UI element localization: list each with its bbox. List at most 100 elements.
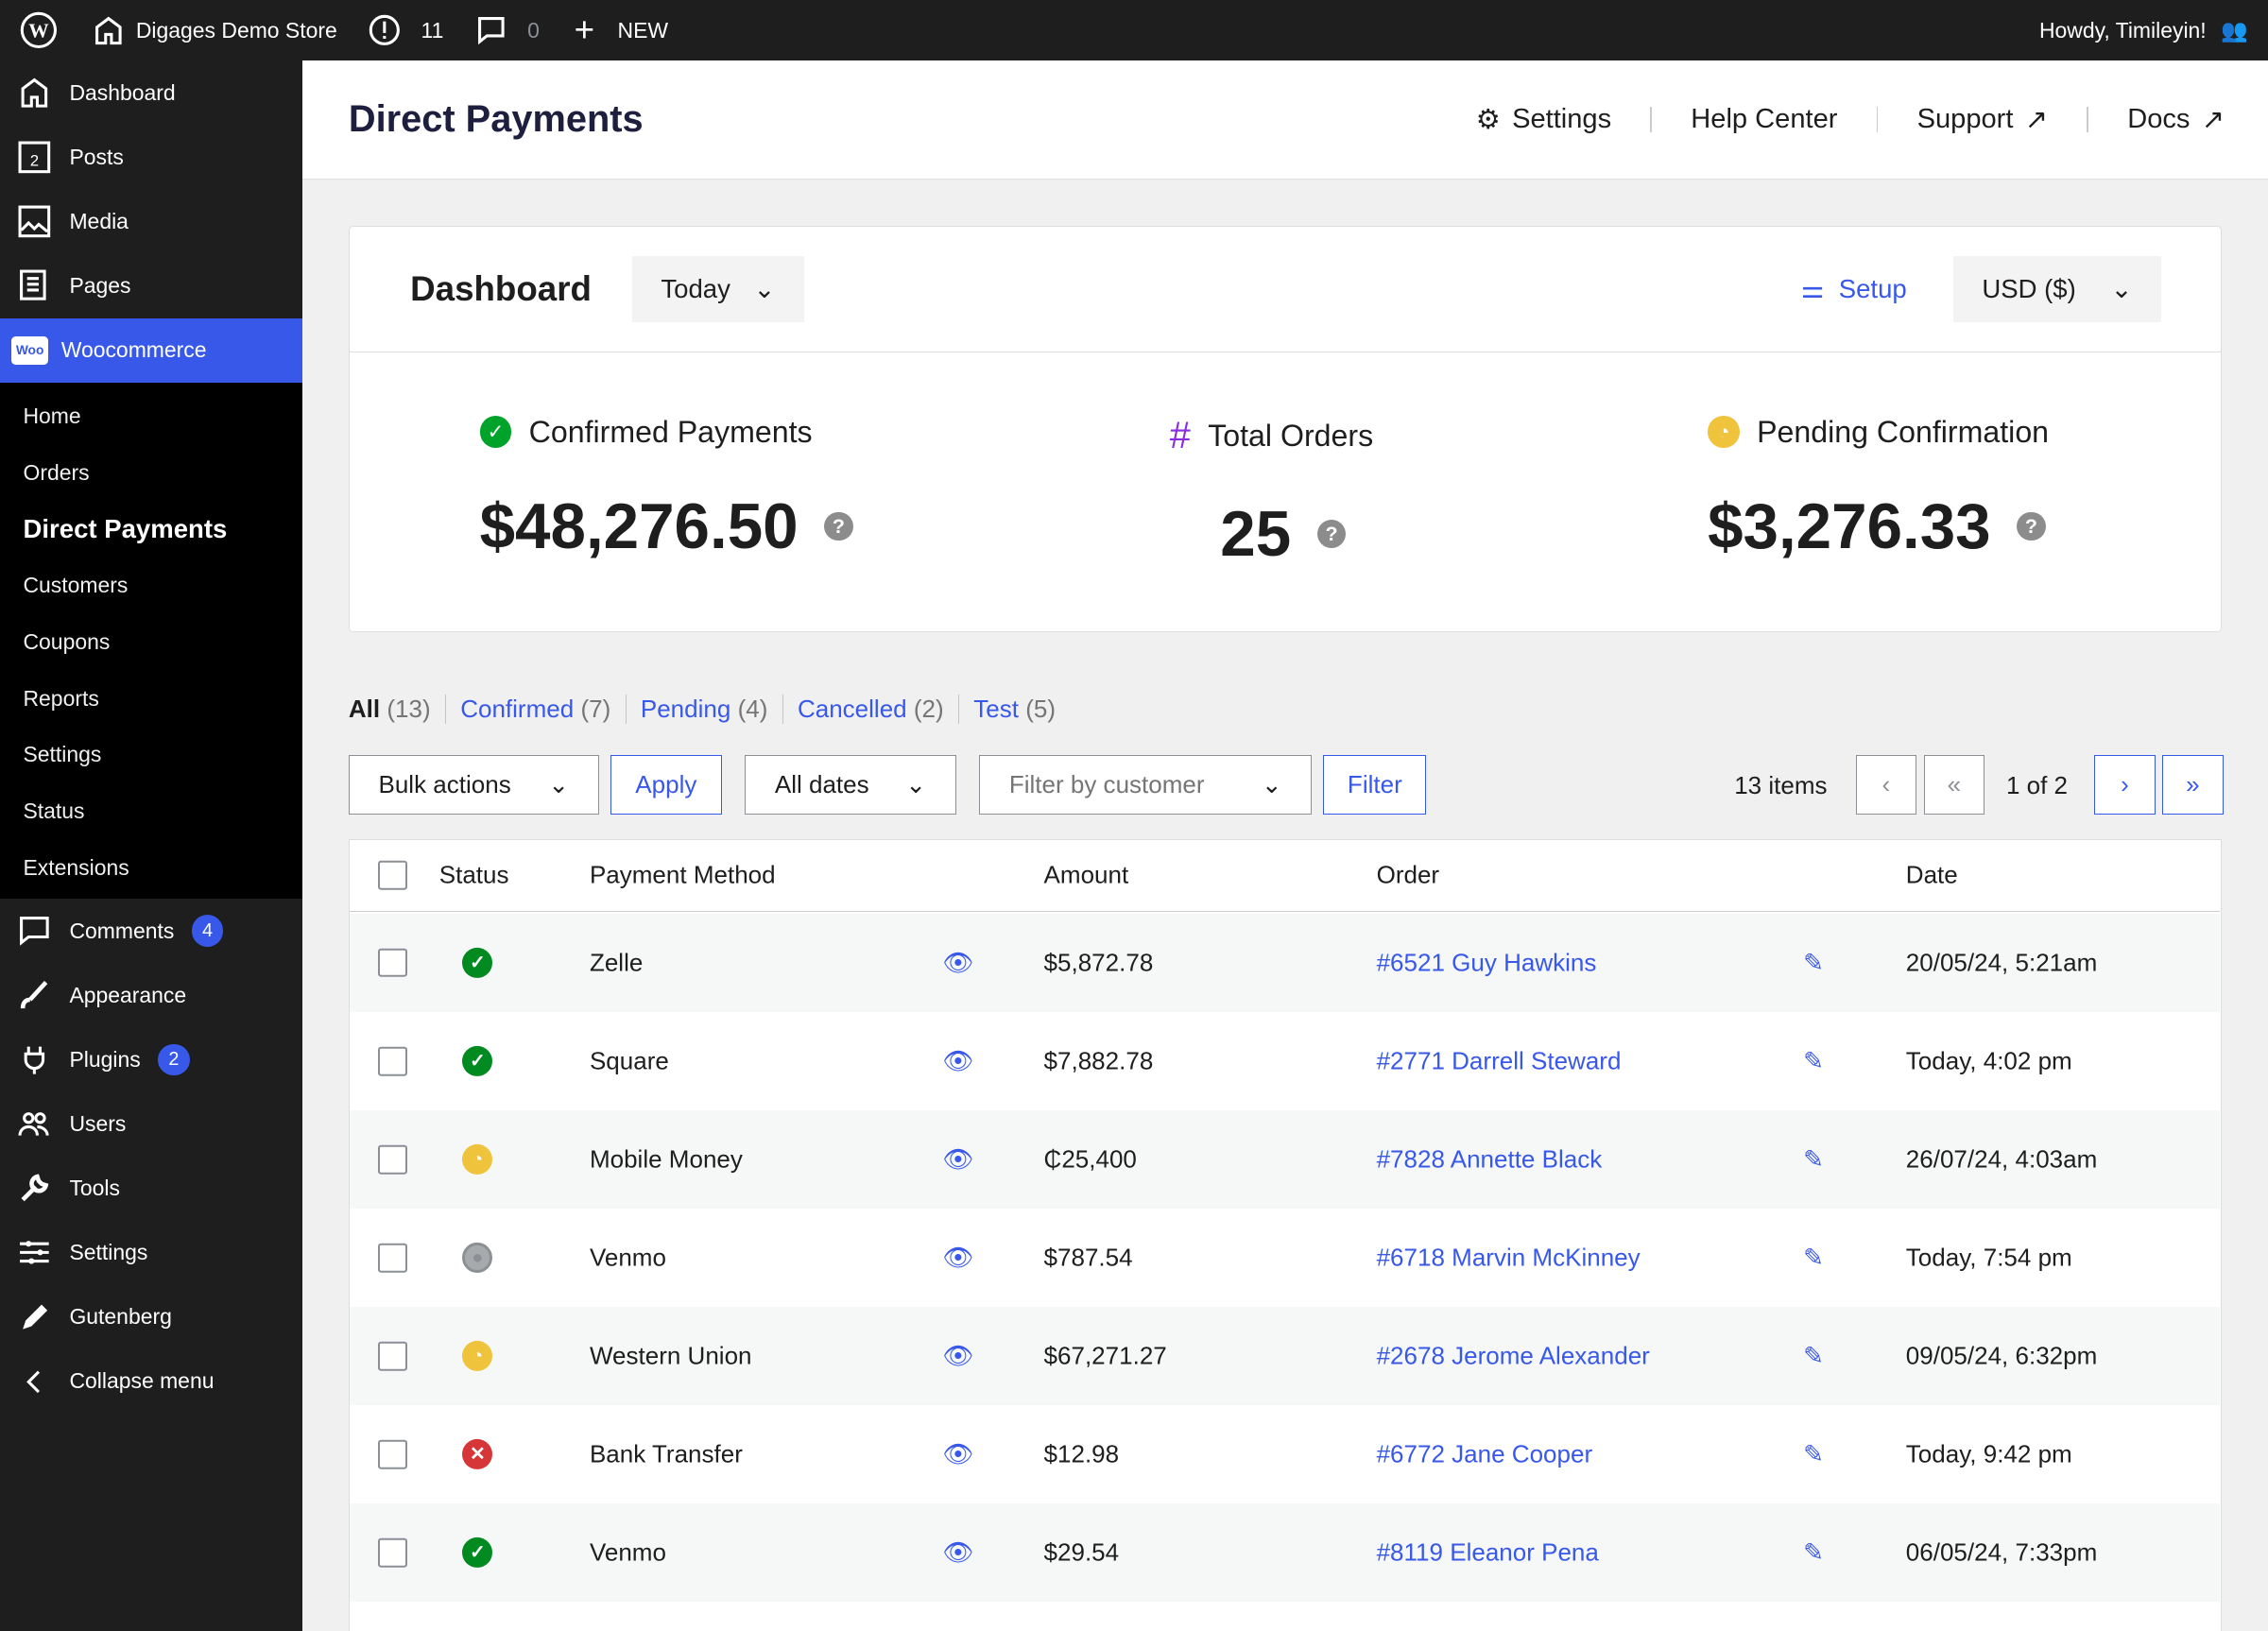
label: Total Orders: [1208, 418, 1374, 453]
edit-pencil-icon[interactable]: ✎: [1803, 1046, 1824, 1075]
select-all-checkbox[interactable]: [378, 861, 408, 890]
submenu-settings[interactable]: Settings: [0, 727, 302, 783]
col-status[interactable]: Status: [439, 861, 509, 890]
col-amount[interactable]: Amount: [1044, 861, 1129, 890]
customer-filter-select[interactable]: Filter by customer ⌄: [979, 754, 1313, 815]
docs-link[interactable]: Docs ↗: [2088, 103, 2225, 136]
dates-select[interactable]: All dates ⌄: [745, 754, 956, 815]
tab-pending[interactable]: Pending (4): [625, 694, 782, 724]
bulk-actions-select[interactable]: Bulk actions ⌄: [348, 754, 599, 815]
table-row: ✓ Venmo 👁 $29.54 #8119 Eleanor Pena ✎ 06…: [349, 1503, 2220, 1603]
sidebar-item-plugins[interactable]: Plugins 2: [0, 1027, 302, 1091]
apply-button[interactable]: Apply: [610, 754, 722, 815]
sidebar-item-comments[interactable]: Comments 4: [0, 899, 302, 963]
status-confirmed-icon: ✓: [462, 1537, 493, 1569]
stat-confirmed: ✓ Confirmed Payments $48,276.50?: [479, 415, 853, 563]
col-payment-method[interactable]: Payment Method: [590, 861, 776, 890]
currency-select[interactable]: USD ($) ⌄: [1952, 255, 2162, 323]
users-icon: [18, 1112, 50, 1136]
status-pending-icon: ◔: [462, 1341, 493, 1372]
site-link[interactable]: Digages Demo Store: [93, 14, 337, 46]
edit-pencil-icon[interactable]: ✎: [1803, 1144, 1824, 1174]
col-date[interactable]: Date: [1906, 861, 1958, 890]
edit-pencil-icon[interactable]: ✎: [1803, 1538, 1824, 1568]
help-icon[interactable]: ?: [824, 511, 853, 541]
sidebar-item-pages[interactable]: Pages: [0, 254, 302, 318]
wordpress-logo-icon[interactable]: W: [20, 11, 58, 49]
order-link[interactable]: #2771 Darrell Steward: [1377, 1046, 1622, 1075]
sidebar-item-appearance[interactable]: Appearance: [0, 963, 302, 1027]
submenu-orders[interactable]: Orders: [0, 445, 302, 502]
order-link[interactable]: #6718 Marvin McKinney: [1377, 1244, 1641, 1273]
comments-link[interactable]: 0: [475, 14, 540, 46]
help-icon[interactable]: ?: [2017, 511, 2046, 541]
submenu-coupons[interactable]: Coupons: [0, 614, 302, 671]
row-checkbox[interactable]: [378, 1537, 408, 1568]
new-link[interactable]: + NEW: [575, 10, 668, 50]
date: Today, 9:42 pm: [1905, 1439, 2072, 1468]
view-eye-icon[interactable]: 👁: [942, 1244, 973, 1273]
updates-link[interactable]: 11: [369, 14, 443, 46]
row-checkbox[interactable]: [378, 1144, 408, 1175]
edit-pencil-icon[interactable]: ✎: [1803, 948, 1824, 977]
sidebar-item-media[interactable]: Media: [0, 190, 302, 254]
order-link[interactable]: #2678 Jerome Alexander: [1377, 1342, 1650, 1371]
order-link[interactable]: #6521 Guy Hawkins: [1377, 948, 1597, 977]
next-page-button[interactable]: ›: [2094, 754, 2156, 815]
view-eye-icon[interactable]: 👁: [942, 948, 973, 977]
payment-method: Mobile Money: [589, 1144, 743, 1174]
sidebar-item-gutenberg[interactable]: Gutenberg: [0, 1285, 302, 1349]
view-eye-icon[interactable]: 👁: [942, 1342, 973, 1371]
edit-pencil-icon[interactable]: ✎: [1803, 1244, 1824, 1273]
status-filter-tabs: All (13) Confirmed (7) Pending (4) Cance…: [349, 694, 1070, 724]
row-checkbox[interactable]: [378, 948, 408, 978]
order-link[interactable]: #6772 Jane Cooper: [1377, 1440, 1593, 1469]
submenu-direct-payments[interactable]: Direct Payments: [0, 501, 302, 558]
edit-pencil-icon[interactable]: ✎: [1803, 1440, 1824, 1469]
user-icon: 👥: [2220, 17, 2248, 43]
view-eye-icon[interactable]: 👁: [942, 1046, 973, 1075]
tab-all[interactable]: All (13): [349, 695, 445, 724]
submenu-reports[interactable]: Reports: [0, 670, 302, 727]
row-checkbox[interactable]: [378, 1243, 408, 1273]
support-link[interactable]: Support ↗: [1878, 103, 2087, 136]
account-menu[interactable]: Howdy, Timileyin! 👥: [2039, 18, 2248, 43]
setup-button[interactable]: ⚌ Setup: [1801, 274, 1907, 304]
edit-pencil-icon[interactable]: ✎: [1803, 1342, 1824, 1371]
submenu-customers[interactable]: Customers: [0, 558, 302, 614]
tab-test[interactable]: Test (5): [957, 694, 1070, 724]
submenu-home[interactable]: Home: [0, 388, 302, 445]
sidebar-item-posts[interactable]: 2 Posts: [0, 125, 302, 189]
prev-page-button[interactable]: ‹: [1855, 754, 1917, 815]
submenu-status[interactable]: Status: [0, 783, 302, 840]
filter-button[interactable]: Filter: [1323, 754, 1427, 815]
view-eye-icon[interactable]: 👁: [942, 1440, 973, 1469]
sidebar-item-users[interactable]: Users: [0, 1092, 302, 1157]
woocommerce-submenu: Home Orders Direct Payments Customers Co…: [0, 382, 302, 900]
svg-text:W: W: [29, 20, 50, 43]
view-eye-icon[interactable]: 👁: [942, 1144, 973, 1174]
last-page-button[interactable]: »: [2162, 754, 2224, 815]
submenu-extensions[interactable]: Extensions: [0, 839, 302, 896]
help-icon[interactable]: ?: [1316, 519, 1347, 549]
posts-icon: 2: [18, 141, 51, 174]
status-cancelled-icon: ✕: [462, 1439, 493, 1470]
sidebar-item-tools[interactable]: Tools: [0, 1157, 302, 1221]
help-center-link[interactable]: Help Center: [1652, 104, 1877, 135]
sidebar-item-settings[interactable]: Settings: [0, 1221, 302, 1285]
order-link[interactable]: #8119 Eleanor Pena: [1377, 1538, 1599, 1568]
row-checkbox[interactable]: [378, 1341, 408, 1371]
row-checkbox[interactable]: [378, 1046, 408, 1076]
sidebar-item-woocommerce[interactable]: Woo Woocommerce: [0, 318, 302, 383]
sidebar-item-dashboard[interactable]: Dashboard: [0, 60, 302, 125]
row-checkbox[interactable]: [378, 1439, 408, 1469]
view-eye-icon[interactable]: 👁: [942, 1538, 973, 1568]
first-page-button[interactable]: «: [1923, 754, 1984, 815]
period-select[interactable]: Today ⌄: [631, 255, 805, 323]
col-order[interactable]: Order: [1377, 861, 1440, 890]
tab-cancelled[interactable]: Cancelled (2): [782, 694, 958, 724]
order-link[interactable]: #7828 Annette Black: [1377, 1144, 1603, 1174]
settings-link[interactable]: ⚙ Settings: [1436, 103, 1650, 136]
collapse-menu[interactable]: Collapse menu: [0, 1349, 302, 1414]
tab-confirmed[interactable]: Confirmed (7): [444, 694, 626, 724]
